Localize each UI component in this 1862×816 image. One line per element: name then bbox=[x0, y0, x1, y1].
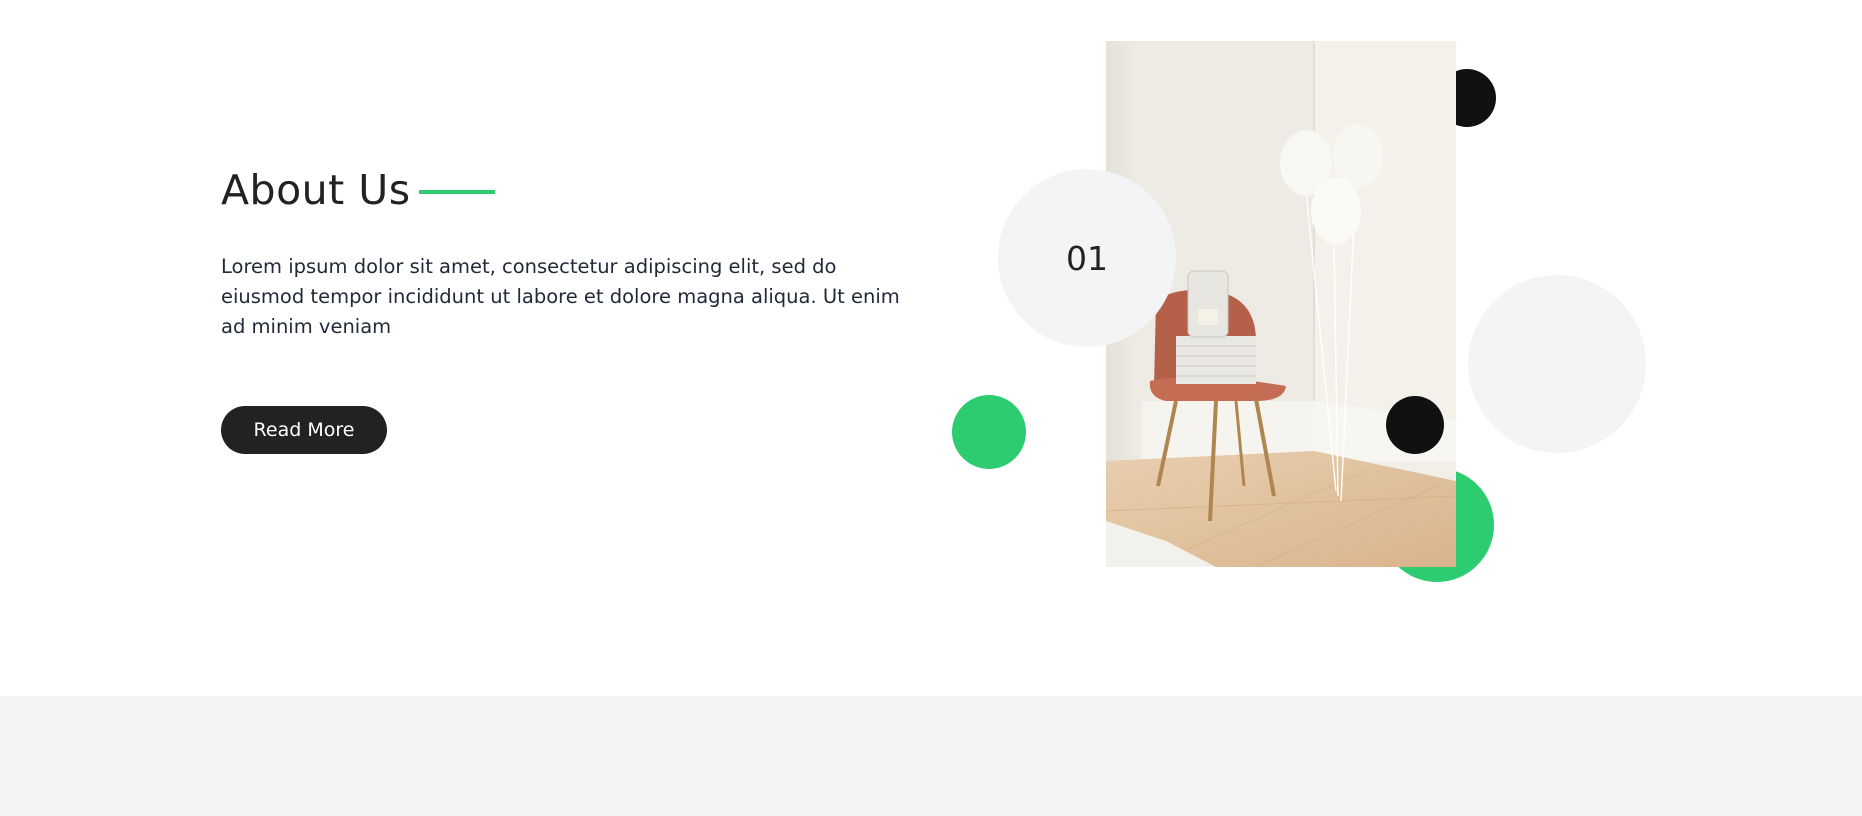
title-accent-line bbox=[418, 189, 495, 194]
badge-number: 01 bbox=[1066, 238, 1108, 278]
title-row: About Us bbox=[221, 166, 495, 214]
decor-black-circle-middle bbox=[1386, 396, 1444, 454]
decor-green-circle-left bbox=[952, 395, 1026, 469]
about-section: About Us Lorem ipsum dolor sit amet, con… bbox=[0, 0, 1862, 696]
next-section-background bbox=[0, 696, 1862, 816]
page: About Us Lorem ipsum dolor sit amet, con… bbox=[0, 0, 1862, 816]
number-badge: 01 bbox=[998, 169, 1176, 347]
decor-grey-circle-right bbox=[1468, 275, 1646, 453]
about-title: About Us bbox=[221, 166, 411, 214]
about-description: Lorem ipsum dolor sit amet, consectetur … bbox=[221, 255, 900, 338]
read-more-button[interactable]: Read More bbox=[221, 406, 387, 454]
